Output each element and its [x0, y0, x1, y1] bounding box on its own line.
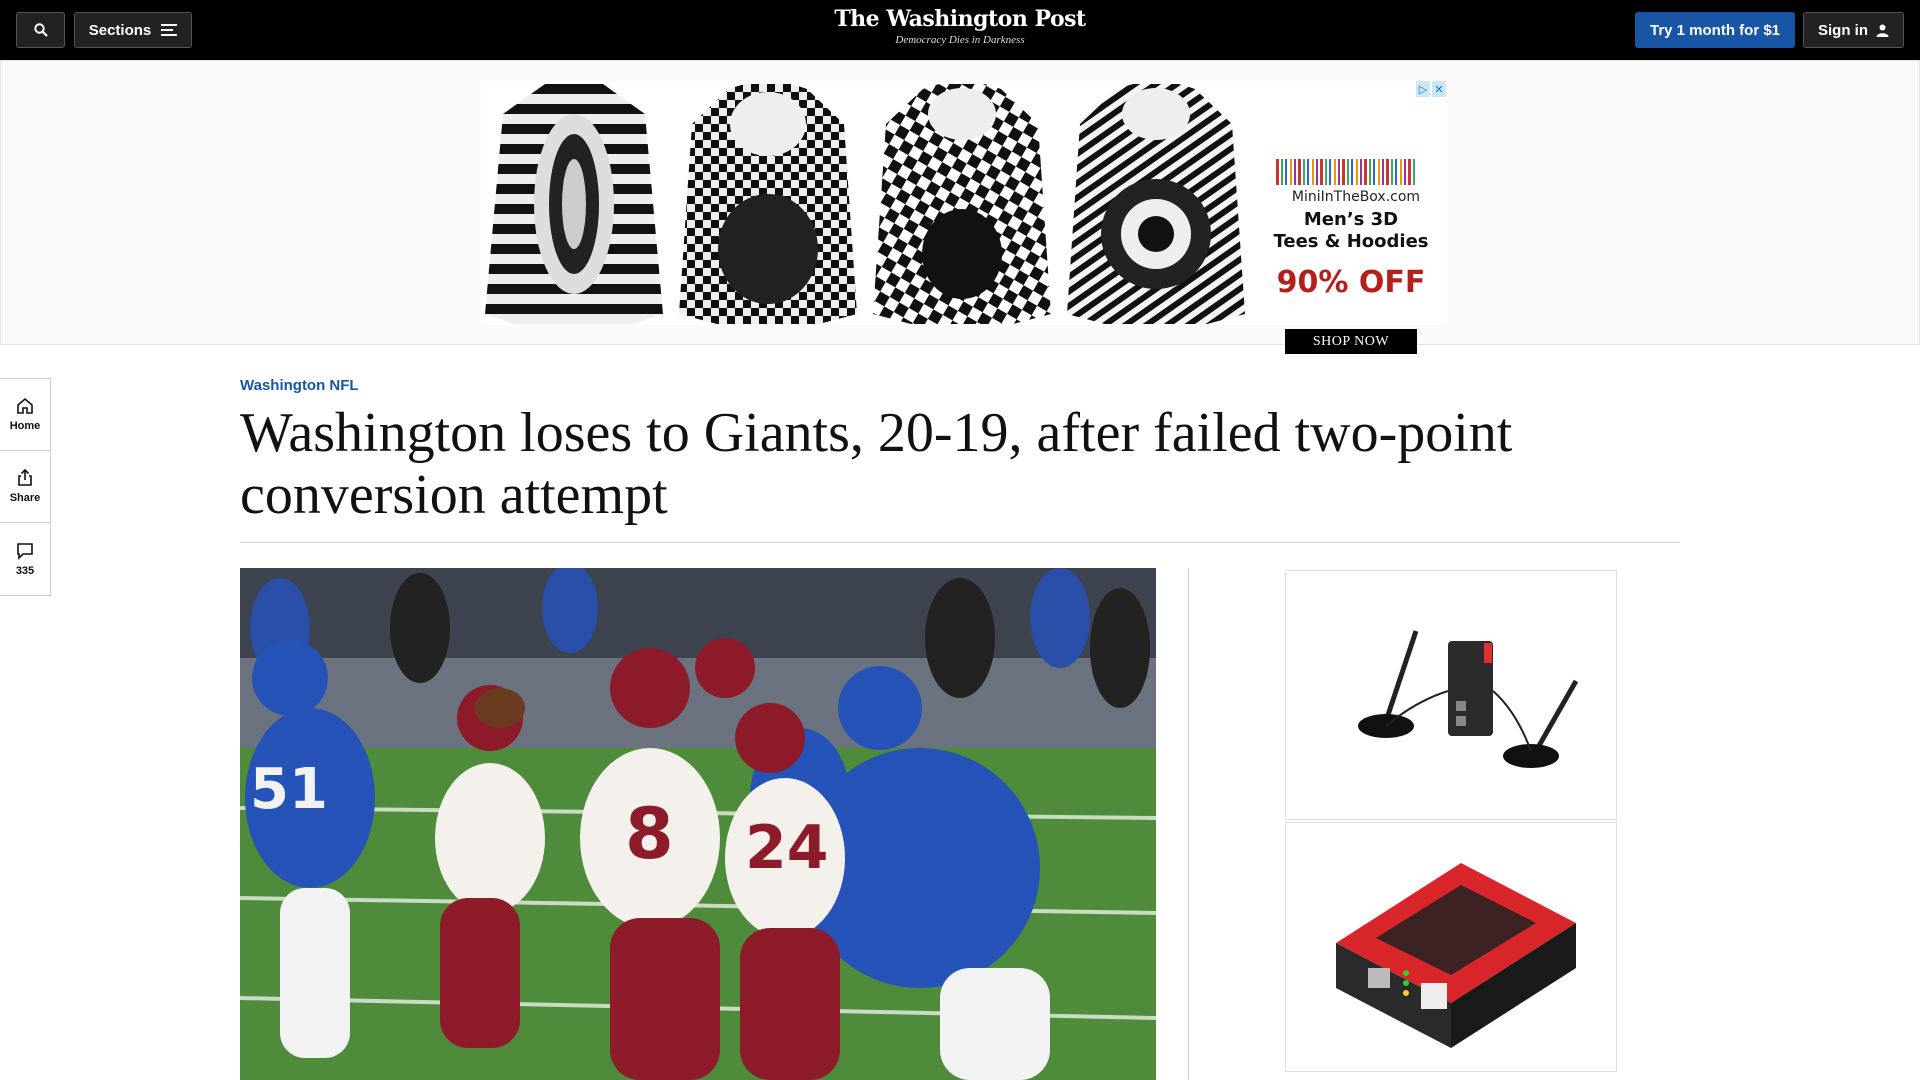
lead-image[interactable]: 8 24 51 — [240, 568, 1156, 1080]
right-rail-ad[interactable]: ▷ ✕ — [1285, 570, 1617, 1080]
ad-product-card-2[interactable] — [1285, 822, 1617, 1072]
share-icon — [18, 469, 32, 486]
ad-discount: 90% OFF — [1276, 265, 1426, 300]
subscribe-button[interactable]: Try 1 month for $1 — [1635, 12, 1795, 48]
user-icon — [1876, 24, 1889, 37]
ad-close-icon[interactable]: ✕ — [1432, 81, 1446, 97]
svg-text:24: 24 — [745, 813, 829, 883]
left-action-rail: Home Share 335 — [0, 378, 51, 596]
top-banner-ad: ▷ ✕ MiniInTheBox.com Men’s 3D Tees & Hoo… — [0, 60, 1920, 354]
column-divider — [1188, 568, 1189, 1080]
ad-product-image-shirt[interactable] — [485, 84, 663, 324]
comments-button[interactable]: 335 — [0, 523, 50, 595]
headline-divider — [240, 542, 1680, 543]
svg-text:51: 51 — [250, 757, 328, 822]
comments-count: 335 — [15, 564, 35, 577]
ad-headline-line-1: Men’s 3D — [1303, 209, 1399, 230]
media-converter-product-image — [1336, 863, 1576, 1048]
lead-image-graphic: 8 24 51 — [240, 568, 1156, 1080]
sections-button[interactable]: Sections — [74, 12, 192, 48]
sections-label: Sections — [88, 21, 152, 39]
ad-headline: Men’s 3D Tees & Hoodies — [1256, 209, 1446, 253]
share-label: Share — [9, 492, 41, 504]
home-icon — [17, 397, 33, 414]
masthead[interactable]: The Washington Post Democracy Dies in Da… — [760, 6, 1160, 46]
router-product-image — [1358, 630, 1579, 768]
ad-info-icon[interactable]: ▷ — [1416, 81, 1430, 97]
ad-product-image-hoodie-3[interactable] — [1067, 84, 1245, 324]
site-tagline: Democracy Dies in Darkness — [895, 34, 1025, 46]
site-logo[interactable]: The Washington Post — [760, 6, 1160, 32]
search-button[interactable] — [16, 12, 65, 48]
ad-choices[interactable]: ▷ ✕ — [1416, 81, 1446, 97]
home-label: Home — [9, 420, 41, 432]
sign-in-button[interactable]: Sign in — [1803, 12, 1904, 48]
svg-text:8: 8 — [625, 793, 674, 875]
ad-headline-line-2: Tees & Hoodies — [1273, 231, 1429, 252]
menu-icon — [161, 24, 178, 36]
ad-product-image-hoodie-2[interactable] — [873, 84, 1051, 324]
home-button[interactable]: Home — [0, 379, 50, 451]
article-headline: Washington loses to Giants, 20-19, after… — [240, 402, 1513, 526]
top-nav-bar: Sections The Washington Post Democracy D… — [0, 0, 1920, 60]
search-icon — [33, 23, 48, 37]
ad-shop-now-button[interactable]: SHOP NOW — [1285, 329, 1417, 354]
ad-product-image-hoodie-1[interactable] — [679, 84, 857, 324]
sign-in-label: Sign in — [1818, 21, 1868, 39]
section-kicker-link[interactable]: Washington NFL — [240, 377, 359, 394]
share-button[interactable]: Share — [0, 451, 50, 523]
ad-brand-logo — [1276, 159, 1416, 185]
comment-icon — [17, 542, 33, 560]
ad-product-card-1[interactable] — [1285, 570, 1617, 820]
ad-brand: MiniInTheBox.com — [1291, 189, 1421, 205]
